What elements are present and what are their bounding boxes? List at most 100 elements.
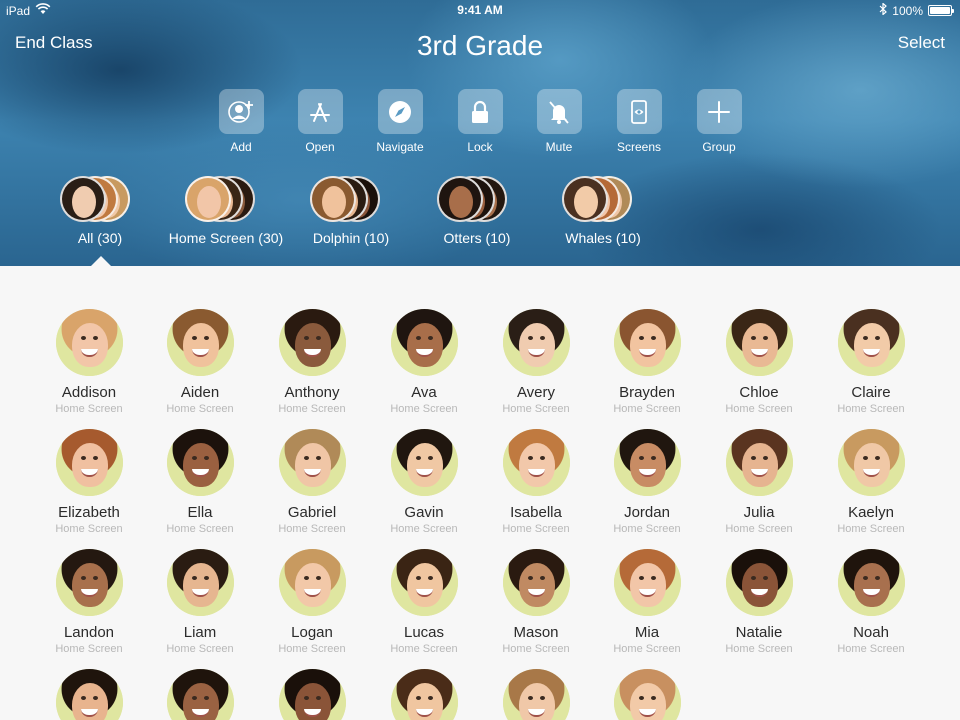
page-title: 3rd Grade: [416, 30, 544, 61]
group-filter-label: Whales (10): [565, 230, 641, 246]
student-tile[interactable]: [256, 669, 368, 720]
app-store-icon: [297, 89, 343, 134]
student-name: Gabriel: [287, 504, 337, 521]
student-tile[interactable]: Elizabeth Home Screen: [33, 429, 145, 535]
student-name: Natalie: [735, 624, 783, 641]
student-name: Lucas: [403, 624, 445, 641]
student-tile[interactable]: Claire Home Screen: [815, 309, 927, 415]
student-status: Home Screen: [390, 403, 458, 415]
student-name: Mia: [634, 624, 660, 641]
student-tile[interactable]: Ava Home Screen: [368, 309, 480, 415]
navigate-action-button[interactable]: Navigate: [360, 89, 440, 154]
student-avatar: [725, 549, 793, 616]
student-status: Home Screen: [55, 403, 123, 415]
student-tile[interactable]: Julia Home Screen: [703, 429, 815, 535]
student-avatar: [502, 309, 570, 376]
screens-action-button[interactable]: Screens: [599, 89, 679, 154]
student-tile[interactable]: Logan Home Screen: [256, 549, 368, 655]
student-tile[interactable]: [33, 669, 145, 720]
student-tile[interactable]: [144, 669, 256, 720]
student-status: Home Screen: [390, 643, 458, 655]
open-action-button[interactable]: Open: [280, 89, 360, 154]
student-tile[interactable]: Brayden Home Screen: [591, 309, 703, 415]
student-name: Ella: [187, 504, 213, 521]
student-avatar: [390, 429, 458, 496]
student-avatar: [390, 549, 458, 616]
student-name: Avery: [516, 384, 556, 401]
student-status: Home Screen: [502, 523, 570, 535]
student-name: Noah: [853, 624, 889, 641]
group-filter-label: Home Screen (30): [168, 230, 284, 246]
student-avatar: [613, 429, 681, 496]
student-status: Home Screen: [166, 643, 234, 655]
student-tile[interactable]: Liam Home Screen: [144, 549, 256, 655]
student-tile[interactable]: Avery Home Screen: [480, 309, 592, 415]
student-avatar: [390, 309, 458, 376]
student-avatar: [55, 429, 123, 496]
student-status: Home Screen: [166, 403, 234, 415]
student-tile[interactable]: Anthony Home Screen: [256, 309, 368, 415]
student-status: Home Screen: [55, 523, 123, 535]
compass-icon: [377, 89, 423, 134]
student-tile[interactable]: Mason Home Screen: [480, 549, 592, 655]
student-avatar: [166, 309, 234, 376]
student-name: Anthony: [284, 384, 340, 401]
student-status: Home Screen: [613, 523, 681, 535]
mute-action-button[interactable]: Mute: [519, 89, 599, 154]
student-status: Home Screen: [278, 643, 346, 655]
group-action-button[interactable]: Group: [679, 89, 759, 154]
student-status: Home Screen: [725, 643, 793, 655]
student-avatar: [278, 309, 346, 376]
student-status: Home Screen: [278, 523, 346, 535]
add-action-button[interactable]: Add: [201, 89, 281, 154]
student-name: Claire: [851, 384, 891, 401]
student-avatar: [278, 549, 346, 616]
battery-icon: [928, 5, 954, 16]
student-tile[interactable]: [480, 669, 592, 720]
student-tile[interactable]: Jordan Home Screen: [591, 429, 703, 535]
student-tile[interactable]: Lucas Home Screen: [368, 549, 480, 655]
group-avatar: [310, 176, 356, 222]
student-tile[interactable]: Aiden Home Screen: [144, 309, 256, 415]
student-name: Mason: [513, 624, 559, 641]
student-tile[interactable]: Noah Home Screen: [815, 549, 927, 655]
screen-view-icon: [616, 89, 662, 134]
student-status: Home Screen: [837, 643, 905, 655]
student-tile[interactable]: Mia Home Screen: [591, 549, 703, 655]
student-name: Jordan: [624, 504, 670, 521]
student-status: Home Screen: [278, 403, 346, 415]
student-status: Home Screen: [725, 403, 793, 415]
action-toolbar: Add Open Navigate Lock Mute Screens Grou…: [0, 89, 960, 159]
lock-icon: [457, 89, 503, 134]
student-status: Home Screen: [837, 403, 905, 415]
student-avatar: [837, 309, 905, 376]
open-action-label: Open: [305, 140, 335, 154]
lock-action-button[interactable]: Lock: [440, 89, 520, 154]
student-avatar: [502, 549, 570, 616]
student-tile[interactable]: Gabriel Home Screen: [256, 429, 368, 535]
student-avatar: [166, 549, 234, 616]
student-name: Gavin: [404, 504, 444, 521]
student-tile[interactable]: Landon Home Screen: [33, 549, 145, 655]
student-tile[interactable]: Gavin Home Screen: [368, 429, 480, 535]
student-tile[interactable]: Natalie Home Screen: [703, 549, 815, 655]
student-avatar: [55, 549, 123, 616]
group-action-label: Group: [702, 140, 736, 154]
group-filter-label: Otters (10): [443, 230, 511, 246]
student-tile[interactable]: Kaelyn Home Screen: [815, 429, 927, 535]
group-avatar: [60, 176, 106, 222]
student-name: Julia: [743, 504, 775, 521]
student-tile[interactable]: [368, 669, 480, 720]
student-tile[interactable]: [591, 669, 703, 720]
student-tile[interactable]: Chloe Home Screen: [703, 309, 815, 415]
student-status: Home Screen: [502, 403, 570, 415]
student-avatar: [725, 309, 793, 376]
select-button[interactable]: Select: [898, 33, 945, 53]
group-filter-label: All (30): [77, 230, 123, 246]
student-tile[interactable]: Addison Home Screen: [33, 309, 145, 415]
add-action-label: Add: [230, 140, 252, 154]
status-bar: iPad 9:41 AM 100%: [0, 0, 960, 20]
student-tile[interactable]: Ella Home Screen: [144, 429, 256, 535]
mute-action-label: Mute: [545, 140, 573, 154]
student-tile[interactable]: Isabella Home Screen: [480, 429, 592, 535]
